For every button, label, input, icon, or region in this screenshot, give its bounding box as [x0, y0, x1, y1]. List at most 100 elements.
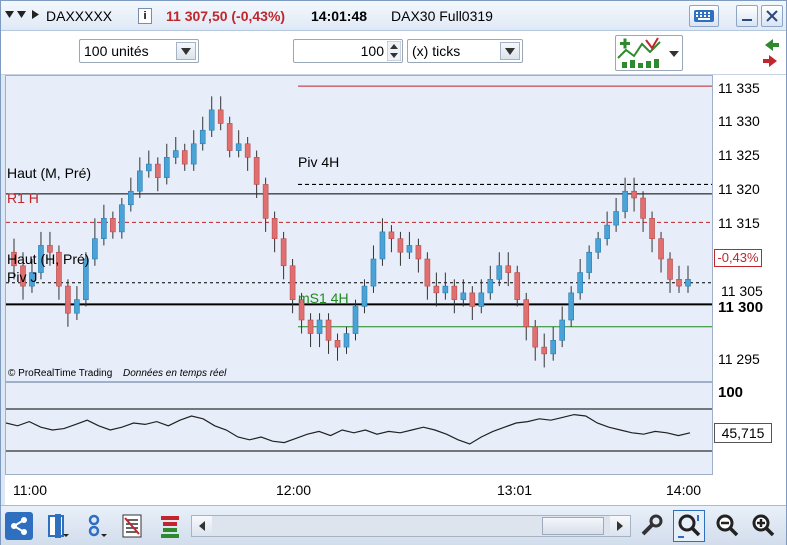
price-change: 11 307,50 (-0,43%) — [166, 8, 286, 24]
candle-body — [334, 340, 341, 348]
candle-body — [253, 157, 260, 185]
candle-body — [676, 279, 682, 287]
candle-body — [505, 265, 512, 273]
units-select-value: 100 unités — [84, 43, 149, 59]
chevron-down-icon[interactable] — [500, 42, 520, 60]
y-tick-label: 11 305 — [721, 282, 763, 299]
add-indicator-icon — [617, 37, 661, 68]
candle-body — [595, 238, 601, 253]
order-book-icon[interactable] — [157, 512, 185, 540]
x-tick-label: 11:00 — [13, 482, 47, 498]
zoom-in-icon[interactable] — [749, 512, 777, 540]
candle-body — [514, 272, 521, 300]
instrument-name[interactable]: DAXXXXX — [46, 7, 112, 25]
ticks-unit-value: (x) ticks — [412, 43, 461, 59]
candle-body — [613, 211, 619, 226]
level-label-haut-m-pre: Haut (M, Pré) — [7, 165, 92, 181]
oscillator-panel[interactable] — [5, 382, 713, 475]
candle-body — [307, 319, 314, 334]
ticks-value: 100 — [360, 43, 384, 59]
zoom-fit-icon[interactable] — [673, 510, 705, 542]
candle-body — [92, 238, 98, 260]
candle-body — [208, 109, 215, 131]
share-icon[interactable] — [5, 512, 33, 540]
link-icon[interactable] — [83, 512, 111, 540]
candle-body — [343, 333, 350, 348]
candle-body — [424, 258, 431, 287]
chevron-down-icon[interactable] — [668, 46, 680, 60]
swap-instrument-icon[interactable] — [759, 35, 783, 71]
candle-body — [280, 238, 287, 267]
candle-body — [271, 218, 278, 239]
candlestick-plot[interactable] — [6, 76, 712, 381]
keyboard-button[interactable] — [689, 5, 719, 27]
minimize-button[interactable] — [736, 5, 758, 27]
candle-body — [460, 292, 467, 300]
current-price-tick: 11 300 — [718, 299, 764, 316]
candle-body — [235, 143, 242, 151]
candle-body — [190, 143, 197, 165]
units-select[interactable]: 100 unités — [79, 39, 199, 63]
scroll-right-button[interactable] — [610, 516, 630, 536]
candle-body — [541, 346, 548, 355]
clock-time: 14:01:48 — [311, 8, 368, 24]
chevron-down-icon[interactable] — [176, 42, 196, 60]
candle-body — [415, 245, 422, 260]
candle-body — [577, 272, 583, 294]
candle-body — [658, 238, 664, 260]
x-tick-label: 12:00 — [276, 482, 312, 498]
oscillator-plot[interactable] — [6, 383, 712, 474]
candle-body — [532, 326, 539, 348]
candle-body — [469, 292, 476, 307]
list-icon[interactable] — [119, 512, 147, 540]
candle-body — [289, 265, 296, 300]
price-axis[interactable]: 11 33511 33011 32511 32011 31511 31011 3… — [713, 75, 786, 475]
x-tick-label: 13:01 — [497, 482, 533, 498]
wrench-icon[interactable] — [637, 512, 665, 540]
candle-body — [74, 299, 80, 314]
candle-body — [523, 299, 530, 328]
candle-body — [119, 204, 125, 233]
close-button[interactable] — [761, 5, 783, 27]
candle-body — [379, 231, 386, 260]
info-icon[interactable]: i — [138, 8, 152, 24]
chevron-down-icon[interactable] — [5, 10, 14, 19]
candle-body — [640, 197, 646, 219]
candle-body — [352, 306, 359, 334]
candle-body — [685, 279, 691, 287]
price-chart[interactable]: Haut (M, Pré) R1 H Haut (H, Pré) Piv J P… — [5, 75, 713, 382]
chevron-down-icon[interactable] — [17, 10, 26, 19]
candle-body — [163, 157, 170, 178]
ticks-input[interactable]: 100 — [293, 39, 403, 63]
level-label-haut-h-pre: Haut (H, Pré) — [7, 251, 90, 267]
scroll-thumb[interactable] — [542, 517, 604, 535]
level-label-r1-h: R1 H — [7, 190, 39, 206]
candle-body — [568, 292, 574, 321]
indicators-button[interactable] — [615, 35, 683, 71]
scroll-left-button[interactable] — [192, 516, 212, 536]
candle-body — [649, 218, 655, 239]
candle-body — [316, 319, 323, 334]
time-axis[interactable]: 11:00 12:00 13:01 14:00 — [5, 475, 786, 505]
candle-body — [631, 190, 637, 199]
bottom-toolbar — [1, 505, 786, 545]
candle-body — [154, 163, 161, 178]
candle-body — [406, 245, 413, 253]
candle-body — [65, 285, 71, 314]
candle-body — [128, 190, 134, 206]
ticks-unit-select[interactable]: (x) ticks — [407, 39, 523, 63]
candle-body — [370, 258, 377, 287]
zoom-out-icon[interactable] — [713, 512, 741, 540]
caret-right-icon[interactable] — [31, 10, 40, 19]
candle-body — [397, 238, 404, 253]
contract-name: DAX30 Full0319 — [391, 8, 493, 24]
horizontal-scrollbar[interactable] — [191, 515, 631, 537]
candle-body — [442, 285, 449, 294]
stepper-icon[interactable] — [386, 40, 402, 62]
copyright-text: © ProRealTime Trading — [8, 368, 113, 379]
candle-body — [101, 218, 107, 239]
layout-icon[interactable] — [45, 512, 73, 540]
candle-body — [137, 170, 143, 192]
x-tick-label: 14:00 — [666, 482, 702, 498]
candle-body — [361, 285, 368, 307]
